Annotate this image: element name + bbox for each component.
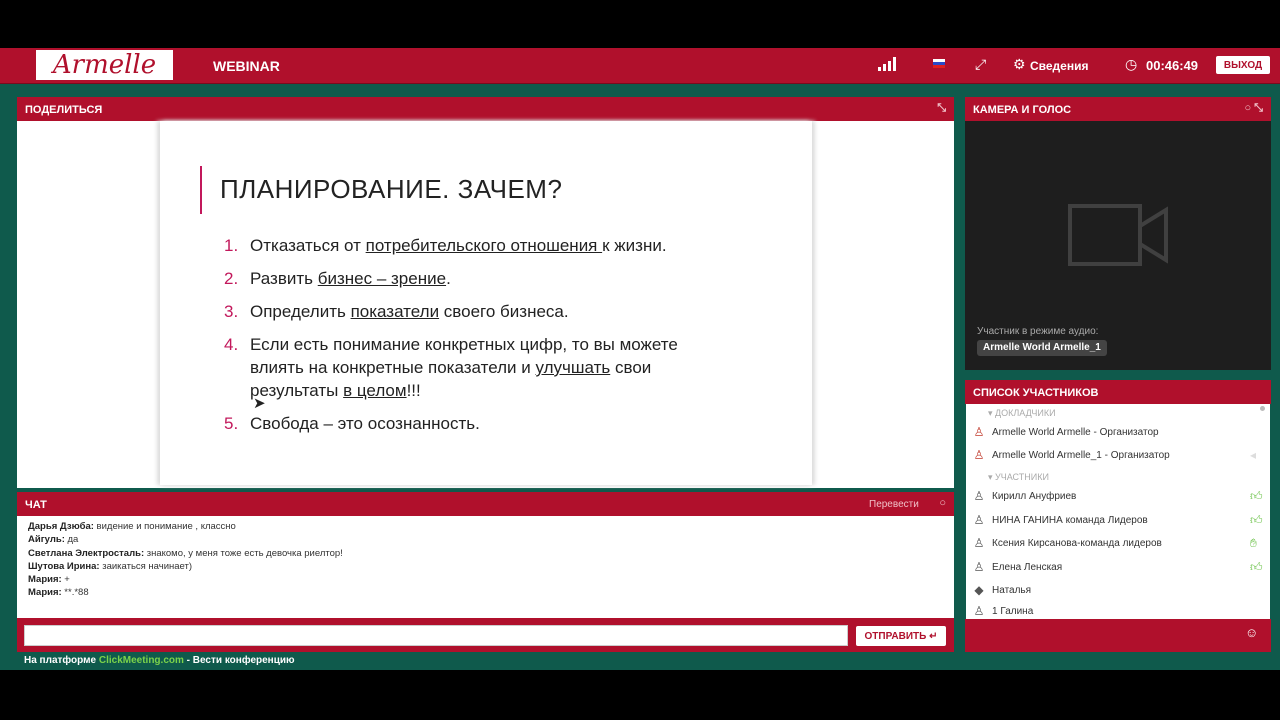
person-icon: ♙ <box>973 513 985 527</box>
participant-row[interactable]: ♙ 1 Галина <box>972 604 1268 618</box>
settings-icon[interactable]: ○ ⤡ <box>1244 102 1263 115</box>
slide-item: 5. Свобода – это осознанность. <box>224 414 480 433</box>
slide-title: ПЛАНИРОВАНИЕ. ЗАЧЕМ? <box>220 174 563 204</box>
translate-button[interactable]: Перевести <box>869 499 919 510</box>
speaker-icon: ◂ <box>1250 448 1257 462</box>
thumb-up-icon: 👍︎ <box>1250 559 1263 574</box>
slide-item: 2. Развить бизнес – зрение. <box>224 269 451 288</box>
slide-item: 3. Определить показатели своего бизнеса. <box>224 302 569 321</box>
chat-message: Мария: + <box>28 574 70 586</box>
camera-panel-title: КАМЕРА И ГОЛОС <box>973 104 1072 116</box>
slide-item: 1. Отказаться от потребительского отношен… <box>224 236 667 255</box>
chat-message: Мария: **.*88 <box>28 587 89 599</box>
chat-messages[interactable]: Дарья Дзюба: видение и понимание , класс… <box>17 516 954 618</box>
person-icon: ♙ <box>973 604 985 618</box>
session-timer: 00:46:49 <box>1146 58 1199 73</box>
audio-participant-chip[interactable]: Armelle World Armelle_1 <box>977 340 1107 356</box>
person-icon: ♙ <box>973 560 985 574</box>
signal-icon[interactable] <box>878 57 896 71</box>
fullscreen-icon[interactable]: ⤢ <box>975 56 986 73</box>
participants-panel-title: СПИСОК УЧАСТНИКОВ <box>973 387 1099 399</box>
share-panel-header: ПОДЕЛИТЬСЯ ⤡ <box>17 97 954 121</box>
exit-button[interactable]: ВЫХОД <box>1216 56 1270 74</box>
participant-row[interactable]: ♙ Armelle World Armelle_1 - Организатор ◂ <box>972 445 1268 465</box>
logo-text: Armelle <box>52 50 157 80</box>
slide-accent-bar <box>200 166 202 214</box>
fullscreen-icon[interactable]: ⤡ <box>937 102 946 115</box>
mouse-cursor-icon: ➤ <box>253 395 266 412</box>
participants-panel-header: СПИСОК УЧАСТНИКОВ <box>965 380 1271 404</box>
group-speakers-label: ▾ ДОКЛАДЧИКИ <box>988 408 1056 418</box>
person-icon: ♙ <box>973 425 985 439</box>
chat-message: Светлана Электросталь: знакомо, у меня т… <box>28 547 343 559</box>
gear-icon[interactable]: ⚙ <box>1013 56 1026 73</box>
share-panel-title: ПОДЕЛИТЬСЯ <box>25 104 103 116</box>
webinar-title: WEBINAR <box>213 58 280 74</box>
chat-message: Шутова Ирина: заикаться начинает) <box>28 560 193 572</box>
participant-row[interactable]: ♙ НИНА ГАНИНА команда Лидеров 👍︎ <box>972 510 1268 530</box>
android-icon: ◆ <box>974 583 984 597</box>
participant-row[interactable]: ♙ Кирилл Ануфриев 👍︎ <box>972 486 1268 506</box>
info-button[interactable]: Сведения <box>1030 59 1088 73</box>
clickmeeting-link[interactable]: ClickMeeting.com <box>99 655 184 666</box>
chat-panel-title: ЧАТ <box>25 499 47 511</box>
camera-panel-header: КАМЕРА И ГОЛОС ○ ⤡ <box>965 97 1271 121</box>
thumb-up-icon: 👍︎ <box>1250 488 1263 503</box>
send-button[interactable]: ОТПРАВИТЬ ↵ <box>856 626 946 646</box>
smile-icon[interactable]: ☺ <box>1245 625 1258 640</box>
person-icon: ♙ <box>973 536 985 550</box>
audio-mode-label: Участник в режиме аудио: <box>977 326 1099 337</box>
chat-message: Дарья Дзюба: видение и понимание , класс… <box>28 521 236 532</box>
chat-panel-header: ЧАТ ○ <box>17 492 954 516</box>
platform-footer: На платформе ClickMeeting.com - Вести ко… <box>24 655 295 666</box>
chat-input[interactable] <box>24 625 848 646</box>
participants-footer <box>965 619 1271 652</box>
clock-icon: ◷ <box>1125 56 1138 72</box>
person-icon: ♙ <box>973 448 985 462</box>
participant-row[interactable]: ♙ Ксения Кирсанова-команда лидеров ✋︎ <box>972 533 1268 553</box>
hand-icon: ✋︎ <box>1250 535 1257 550</box>
settings-icon[interactable]: ○ <box>939 497 946 509</box>
chat-message: Айгуль: да <box>28 534 79 546</box>
group-members-label: ▾ УЧАСТНИКИ <box>988 472 1049 482</box>
slide-list: 1. Отказаться от потребительского отношен… <box>224 234 764 445</box>
participant-row[interactable]: ♙ Елена Ленская 👍︎ <box>972 557 1268 577</box>
camera-icon <box>1068 204 1168 266</box>
slide-item: 4. Если есть понимание конкретных цифр, т… <box>224 335 678 400</box>
scrollbar[interactable] <box>1260 406 1265 411</box>
participant-row[interactable]: ♙ Armelle World Armelle - Организатор <box>972 422 1268 442</box>
person-icon: ♙ <box>973 489 985 503</box>
flag-ru-icon[interactable] <box>933 59 945 68</box>
participant-row[interactable]: ◆ Наталья <box>972 580 1268 600</box>
thumb-up-icon: 👍︎ <box>1250 512 1263 527</box>
brand-logo: Armelle <box>36 50 173 80</box>
